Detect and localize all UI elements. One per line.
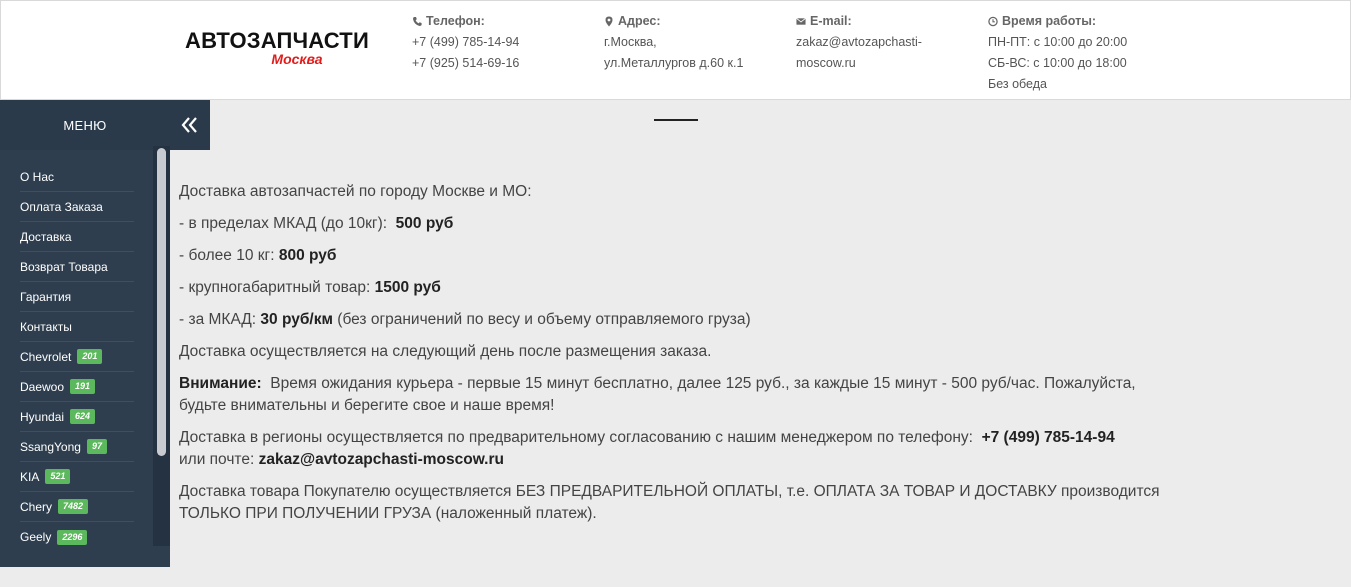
delivery-intro: Доставка автозапчастей по городу Москве … [179,183,532,200]
menu-item-contacts[interactable]: Контакты [20,312,134,342]
count-badge: 7482 [58,499,89,514]
regions-email[interactable]: zakaz@avtozapchasti-moscow.ru [259,451,504,468]
site-logo[interactable]: АВТОЗАПЧАСТИ Москва [182,28,372,67]
header-address-block: Адрес: г.Москва, ул.Металлургов д.60 к.1 [604,11,743,74]
double-chevron-left-icon [181,117,197,133]
sidebar-scrollbar-thumb[interactable] [157,148,166,456]
menu-item-hyundai[interactable]: Hyundai 624 [20,402,134,432]
regions-delivery: Доставка в регионы осуществляется по пре… [179,429,1115,468]
menu-item-label: Geely [20,530,52,544]
price-mkad: 500 руб [395,215,454,232]
logo-title: АВТОЗАПЧАСТИ [185,28,369,53]
menu-item-returns[interactable]: Возврат Товара [20,252,134,282]
delivery-outside-mkad-line: - за МКАД: 30 руб/км (без ограничений по… [179,311,751,328]
warning-label: Внимание: [179,375,262,392]
envelope-icon [796,17,806,25]
menu-item-kia[interactable]: KIA 521 [20,462,134,492]
menu-item-daewoo[interactable]: Daewoo 191 [20,372,134,402]
delivery-info: Доставка автозапчастей по городу Москве … [179,181,1179,535]
menu-item-payment[interactable]: Оплата Заказа [20,192,134,222]
count-badge: 624 [70,409,96,424]
clock-icon [988,16,998,27]
address-title: Адрес: [618,14,661,28]
price-bulky: 1500 руб [374,279,441,296]
menu-item-label: Chery [20,499,53,514]
menu-item-label: Возврат Товара [20,259,108,274]
delivery-over10kg-line: - более 10 кг: 800 руб [179,247,337,264]
phone-title: Телефон: [426,14,485,28]
count-badge: 97 [86,439,107,454]
menu-item-label: KIA [20,469,40,484]
phone-number-2[interactable]: +7 (925) 514-69-16 [412,53,519,74]
count-badge: 2296 [57,529,88,545]
price-over10kg: 800 руб [278,247,337,264]
header-email-block: E-mail: zakaz@avtozapchasti- moscow.ru [796,11,946,74]
menu-item-ssangyong[interactable]: SsangYong 97 [20,432,134,462]
menu-item-label: О Нас [20,169,55,184]
phone-number-1[interactable]: +7 (499) 785-14-94 [412,32,519,53]
count-badge: 191 [70,379,96,394]
delivery-bulky-line: - крупногабаритный товар: 1500 руб [179,279,441,296]
delivery-mkad-line: - в пределах МКАД (до 10кг): 500 руб [179,215,454,232]
menu-item-label: Hyundai [20,409,65,424]
map-marker-icon [605,16,613,27]
menu-item-delivery[interactable]: Доставка [20,222,134,252]
address-line-1: г.Москва, [604,35,657,49]
price-per-km: 30 руб/км [260,311,333,328]
sidebar-menu: МЕНЮ О Нас Оплата Заказа Доставка Возвра… [0,100,170,567]
menu-item-label: Chevrolet [20,349,72,364]
email-line-1[interactable]: zakaz@avtozapchasti- [796,32,946,53]
menu-item-label: Daewoo [20,379,65,394]
phone-icon [413,17,422,26]
menu-item-about[interactable]: О Нас [20,162,134,192]
menu-item-chery[interactable]: Chery 7482 [20,492,134,522]
regions-phone[interactable]: +7 (499) 785-14-94 [982,429,1115,446]
sidebar-header: МЕНЮ [0,100,170,150]
collapse-menu-button[interactable] [170,100,210,150]
hours-weekend: СБ-ВС: с 10:00 до 18:00 [988,56,1127,70]
payment-on-delivery: Доставка товара Покупателю осуществляетс… [179,483,1160,522]
count-badge: 521 [45,469,71,484]
menu-item-label: Гарантия [20,289,72,304]
hours-title: Время работы: [1002,14,1097,28]
menu-list: О Нас Оплата Заказа Доставка Возврат Тов… [0,162,152,552]
hours-lunch: Без обеда [988,77,1047,91]
menu-item-label: Оплата Заказа [20,199,103,214]
header-phone-block: Телефон: +7 (499) 785-14-94 +7 (925) 514… [412,11,519,74]
email-title: E-mail: [810,14,852,28]
address-line-2: ул.Металлургов д.60 к.1 [604,56,744,70]
delivery-next-day: Доставка осуществляется на следующий ден… [179,343,712,360]
header-hours-block: Время работы: ПН-ПТ: с 10:00 до 20:00 СБ… [988,11,1127,95]
menu-item-label: Контакты [20,319,72,334]
hours-weekdays: ПН-ПТ: с 10:00 до 20:00 [988,35,1128,49]
menu-item-warranty[interactable]: Гарантия [20,282,134,312]
menu-item-label: Доставка [20,229,72,244]
email-line-2[interactable]: moscow.ru [796,53,946,74]
logo-subtitle: Москва [271,51,323,67]
title-divider [654,119,698,121]
courier-warning: Внимание: Время ожидания курьера - первы… [179,375,1136,414]
menu-item-label: SsangYong [20,439,81,454]
site-header: АВТОЗАПЧАСТИ Москва Телефон: +7 (499) 78… [0,0,1351,100]
menu-item-geely[interactable]: Geely 2296 [20,522,134,552]
menu-item-chevrolet[interactable]: Chevrolet 201 [20,342,134,372]
menu-title: МЕНЮ [63,118,107,133]
count-badge: 201 [77,349,103,364]
